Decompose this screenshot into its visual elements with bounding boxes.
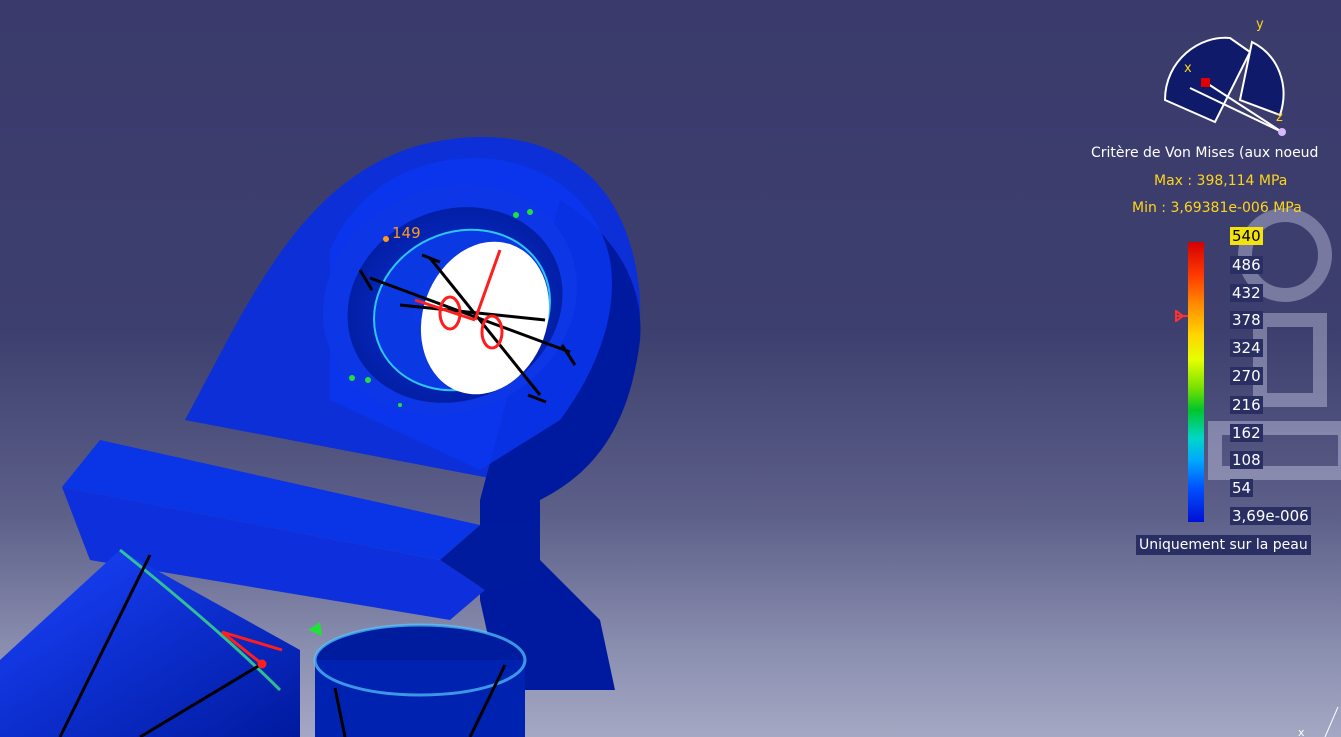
axis-triad-icon (1324, 706, 1339, 737)
legend-min-value: Min : 3,69381e-006 MPa (1132, 200, 1302, 216)
legend-tick: 486 (1230, 256, 1263, 274)
legend-title: Critère de Von Mises (aux noeud (1091, 145, 1319, 161)
compass-y-label: y (1256, 17, 1264, 32)
legend-tick: 162 (1230, 424, 1263, 442)
skin-only-label[interactable]: Uniquement sur la peau (1136, 535, 1311, 555)
legend-tick: 3,69e-006 (1230, 507, 1311, 525)
legend-tick: 270 (1230, 367, 1263, 385)
compass-x-label: x (1184, 61, 1192, 76)
threshold-marker-icon[interactable] (1174, 310, 1190, 322)
node-marker[interactable] (383, 236, 389, 242)
legend-tick: 108 (1230, 451, 1263, 469)
legend-tick: 216 (1230, 396, 1263, 414)
legend-max-value: Max : 398,114 MPa (1154, 173, 1288, 189)
legend-tick: 324 (1230, 339, 1263, 357)
color-scale-bar[interactable] (1188, 242, 1204, 522)
legend-tick: 432 (1230, 284, 1263, 302)
compass-z-label: z (1276, 110, 1283, 125)
legend-tick: 54 (1230, 479, 1254, 497)
legend-tick: 540 (1230, 227, 1263, 245)
clevis-part[interactable] (0, 136, 641, 737)
node-id-label: 149 (392, 224, 421, 242)
compass-icon[interactable] (1163, 36, 1286, 136)
legend-tick: 378 (1230, 311, 1263, 329)
3d-viewport[interactable]: y x z x (0, 0, 1341, 737)
axis-x-label: x (1298, 726, 1305, 737)
